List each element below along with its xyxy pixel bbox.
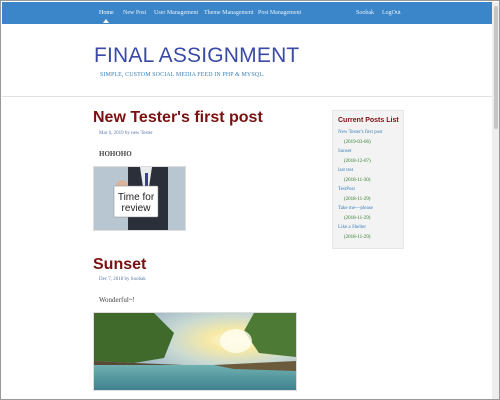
sidebar-post-link[interactable]: last test xyxy=(338,168,353,173)
post-image-review: Time for review xyxy=(93,166,186,231)
sidebar-post-date: (2018-11-29) xyxy=(344,235,371,240)
post-title[interactable]: Sunset xyxy=(93,256,146,274)
nav-user-management[interactable]: User Management xyxy=(154,10,198,16)
post-meta: Dec 7, 2018 by Soobak xyxy=(99,277,146,282)
sidebar-title: Current Posts List xyxy=(338,117,399,124)
post-image-sunset xyxy=(93,312,297,391)
post-body: HOHOHO xyxy=(99,150,132,158)
review-image-text-line2: review xyxy=(122,203,152,214)
nav-home[interactable]: Home xyxy=(99,10,114,16)
sidebar-post-link[interactable]: Like a Shelter xyxy=(338,225,366,230)
sidebar-post-link[interactable]: Take me~~please xyxy=(338,206,373,211)
post-body: Wonderful~! xyxy=(99,296,135,304)
sidebar-post-date: (2018-12-07) xyxy=(344,159,371,164)
scrollbar-thumb[interactable] xyxy=(494,6,498,129)
site-tagline: SIMPLE, CUSTOM SOCIAL MEDIA FEED IN PHP … xyxy=(100,72,265,78)
post-title[interactable]: New Tester's first post xyxy=(93,109,263,127)
active-nav-indicator xyxy=(103,19,109,23)
nav-post-management[interactable]: Post Management xyxy=(258,10,301,16)
sidebar-post-date: (2018-11-29) xyxy=(344,216,371,221)
nav-logout[interactable]: LogOut xyxy=(382,10,401,16)
sidebar-post-link[interactable]: New Tester's first post xyxy=(338,130,382,135)
sidebar-post-date: (2018-11-29) xyxy=(344,197,371,202)
site-header: FINAL ASSIGNMENT SIMPLE, CUSTOM SOCIAL M… xyxy=(2,24,492,97)
review-image-text-line1: Time for xyxy=(118,192,155,203)
top-navbar: Home New Post User Management Theme Mana… xyxy=(2,2,492,24)
site-title: FINAL ASSIGNMENT xyxy=(94,44,300,67)
post-meta: Mar 6, 2019 by new Tester xyxy=(99,131,153,136)
sidebar-post-link[interactable]: Sunset xyxy=(338,149,351,154)
sidebar-post-date: (2019-03-06) xyxy=(344,140,371,145)
current-posts-sidebar: Current Posts List New Tester's first po… xyxy=(332,110,404,249)
sidebar-post-date: (2018-11-30) xyxy=(344,178,371,183)
browser-frame: Home New Post User Management Theme Mana… xyxy=(0,0,500,400)
nav-theme-management[interactable]: Theme Management xyxy=(204,10,253,16)
nav-new-post[interactable]: New Post xyxy=(123,10,146,16)
sidebar-post-link[interactable]: TestPost xyxy=(338,187,355,192)
nav-user-name[interactable]: Soobak xyxy=(356,10,374,16)
